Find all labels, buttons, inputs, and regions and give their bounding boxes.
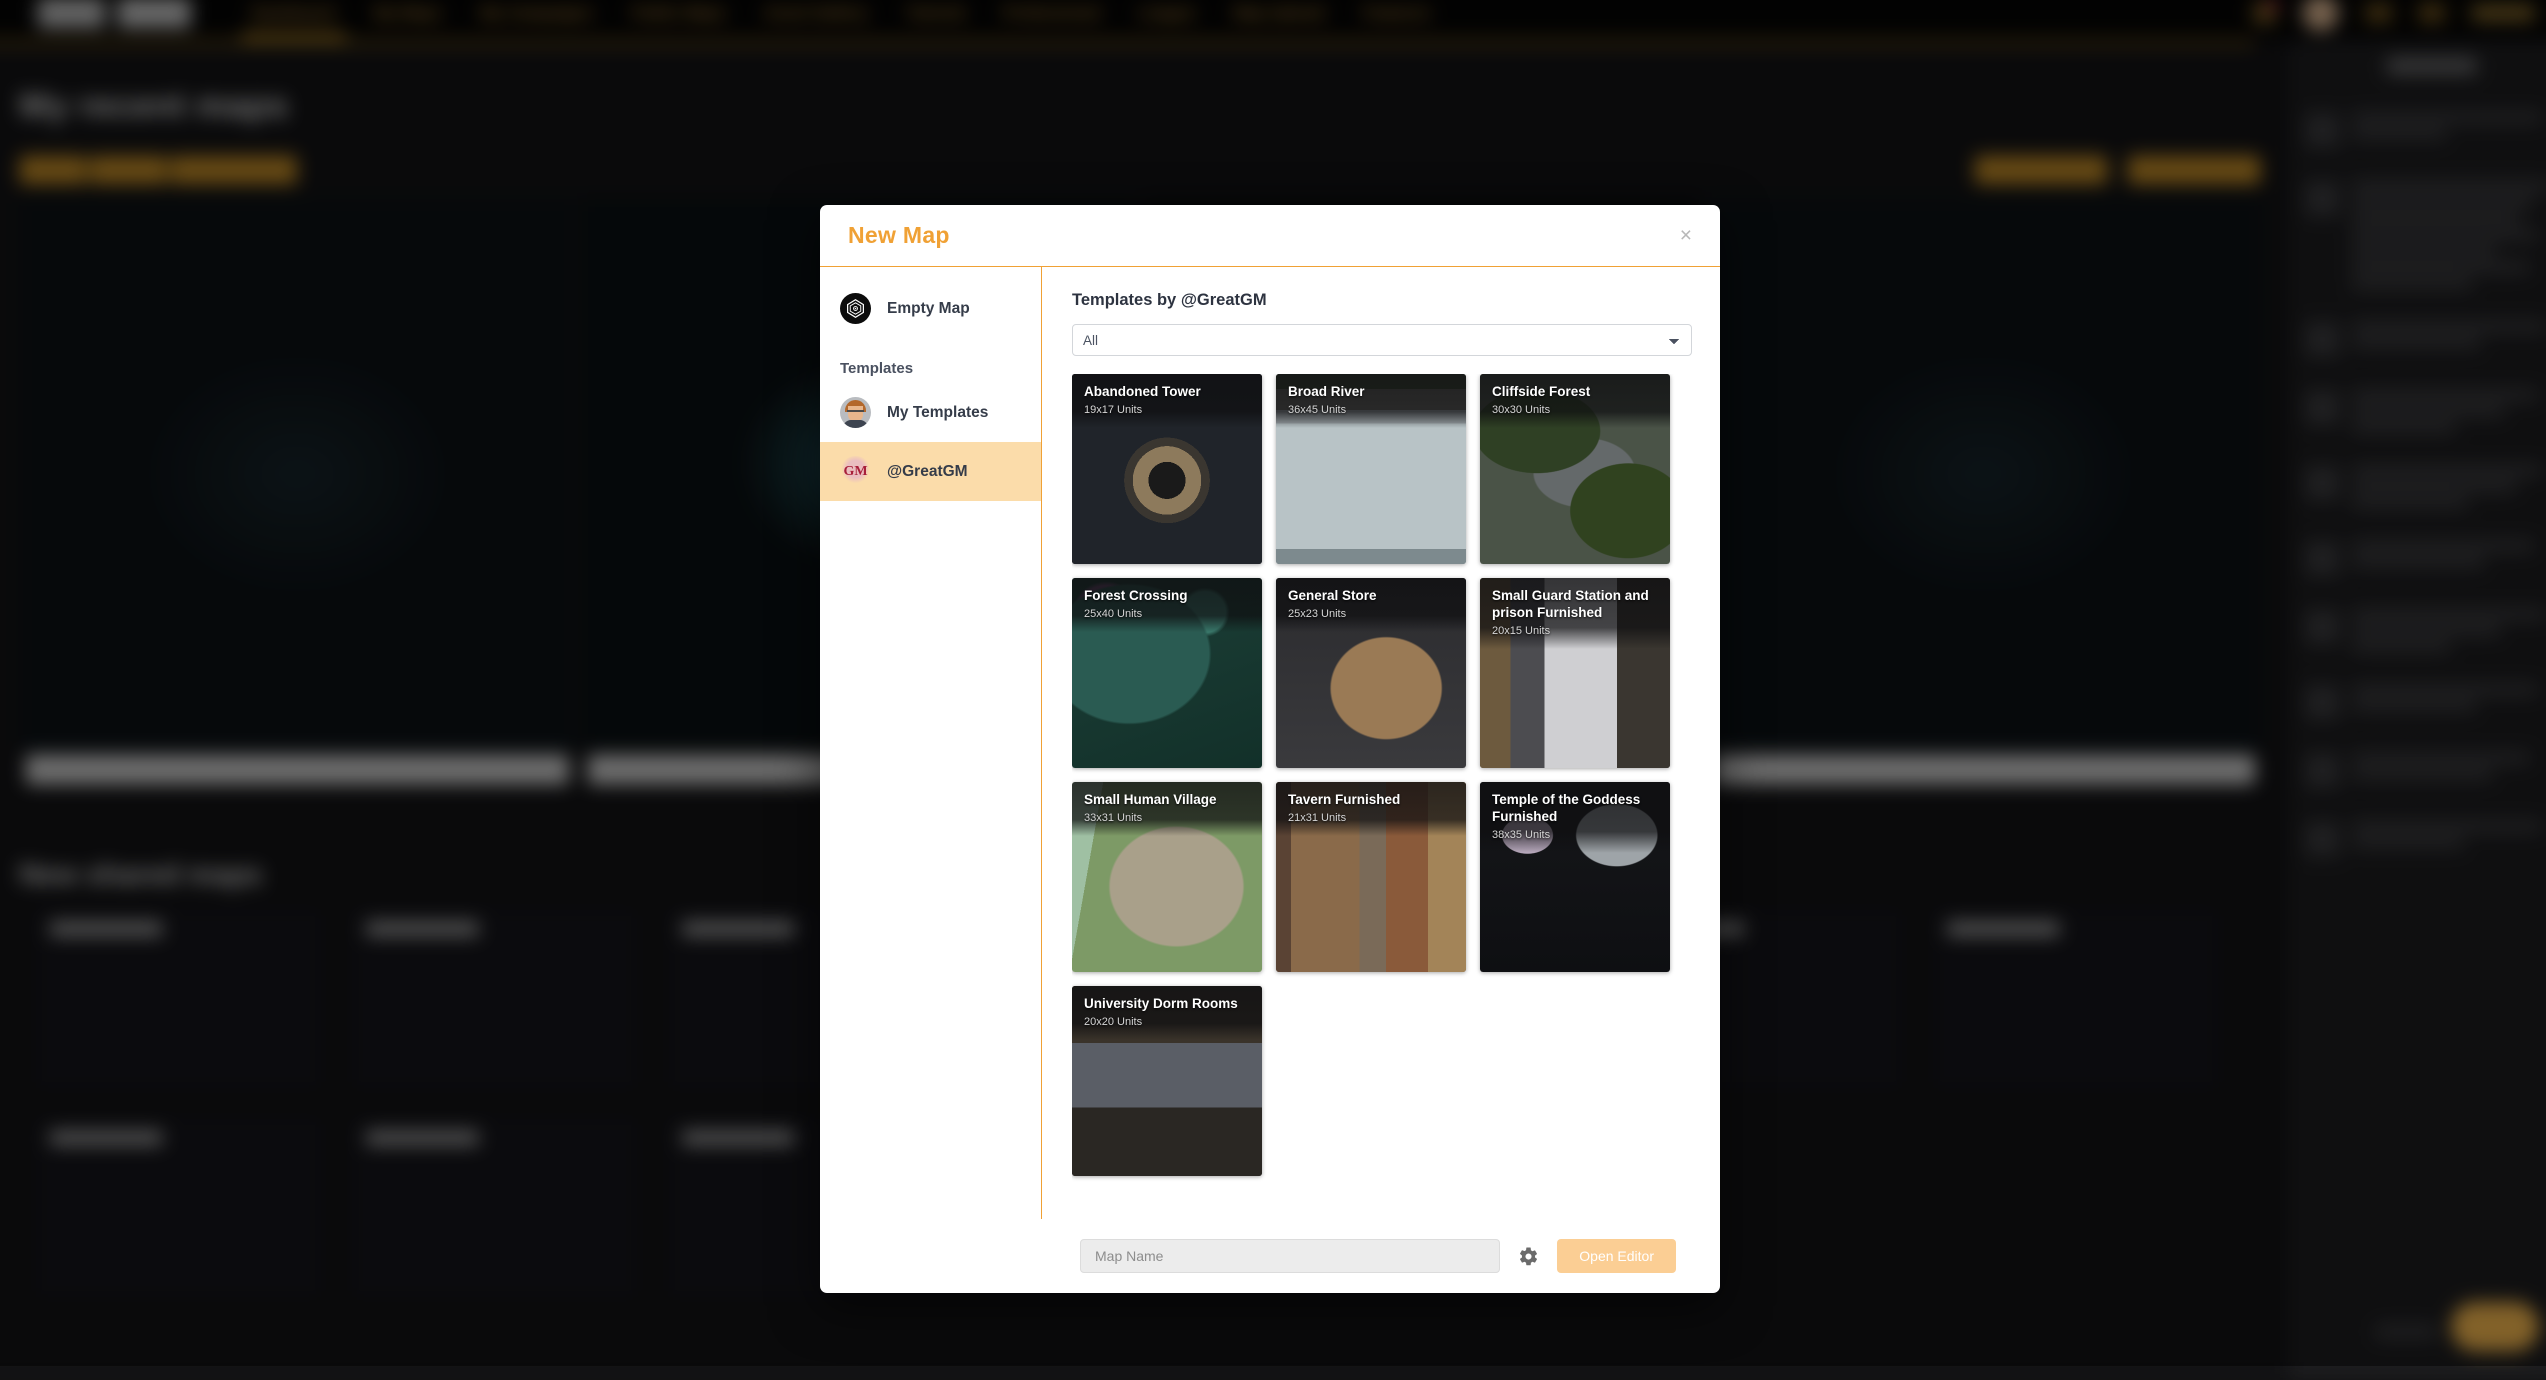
template-card[interactable]: Small Human Village33x31 Units (1072, 782, 1262, 972)
template-thumbnail (1072, 374, 1262, 564)
gear-icon[interactable] (1516, 1244, 1541, 1269)
template-card[interactable]: Abandoned Tower19x17 Units (1072, 374, 1262, 564)
sidebar-item-empty-map[interactable]: Empty Map (820, 279, 1041, 338)
close-icon[interactable]: × (1674, 221, 1698, 250)
user-avatar-icon (840, 397, 871, 428)
template-card[interactable]: General Store25x23 Units (1276, 578, 1466, 768)
template-card[interactable]: Small Guard Station and prison Furnished… (1480, 578, 1670, 768)
template-card[interactable]: University Dorm Rooms20x20 Units (1072, 986, 1262, 1176)
template-thumbnail (1276, 374, 1466, 564)
dialog-footer: Open Editor (820, 1219, 1720, 1293)
greatgm-logo-icon: GM (840, 456, 871, 487)
template-card[interactable]: Forest Crossing25x40 Units (1072, 578, 1262, 768)
dialog-sidebar: Empty Map Templates My Templates GM @Gre… (820, 267, 1042, 1219)
sidebar-item-label: Empty Map (887, 300, 970, 318)
template-thumbnail (1480, 782, 1670, 972)
templates-grid[interactable]: Abandoned Tower19x17 UnitsBroad River36x… (1072, 374, 1692, 1219)
templates-heading: Templates by @GreatGM (1072, 291, 1692, 310)
map-name-input[interactable] (1080, 1239, 1500, 1273)
template-thumbnail (1480, 578, 1670, 768)
template-card[interactable]: Broad River36x45 Units (1276, 374, 1466, 564)
template-thumbnail (1072, 782, 1262, 972)
template-thumbnail (1072, 578, 1262, 768)
sidebar-item-label: My Templates (887, 404, 988, 422)
open-editor-button[interactable]: Open Editor (1557, 1239, 1676, 1273)
template-filter-select[interactable]: All (1072, 324, 1692, 356)
template-thumbnail (1276, 782, 1466, 972)
template-card[interactable]: Temple of the Goddess Furnished38x35 Uni… (1480, 782, 1670, 972)
dialog-body: Empty Map Templates My Templates GM @Gre… (820, 267, 1720, 1219)
new-map-dialog: New Map × Empty Map Templates (820, 205, 1720, 1293)
dialog-main: Templates by @GreatGM All Abandoned Towe… (1042, 267, 1720, 1219)
dialog-title: New Map (848, 222, 950, 249)
template-thumbnail (1480, 374, 1670, 564)
sidebar-item-greatgm[interactable]: GM @GreatGM (820, 442, 1041, 501)
template-card[interactable]: Tavern Furnished21x31 Units (1276, 782, 1466, 972)
sidebar-item-label: @GreatGM (887, 463, 968, 481)
d20-dice-icon (840, 293, 871, 324)
dialog-header: New Map × (820, 205, 1720, 267)
template-thumbnail (1276, 578, 1466, 768)
template-thumbnail (1072, 986, 1262, 1176)
sidebar-section-heading: Templates (820, 338, 1041, 383)
sidebar-item-my-templates[interactable]: My Templates (820, 383, 1041, 442)
template-card[interactable]: Cliffside Forest30x30 Units (1480, 374, 1670, 564)
